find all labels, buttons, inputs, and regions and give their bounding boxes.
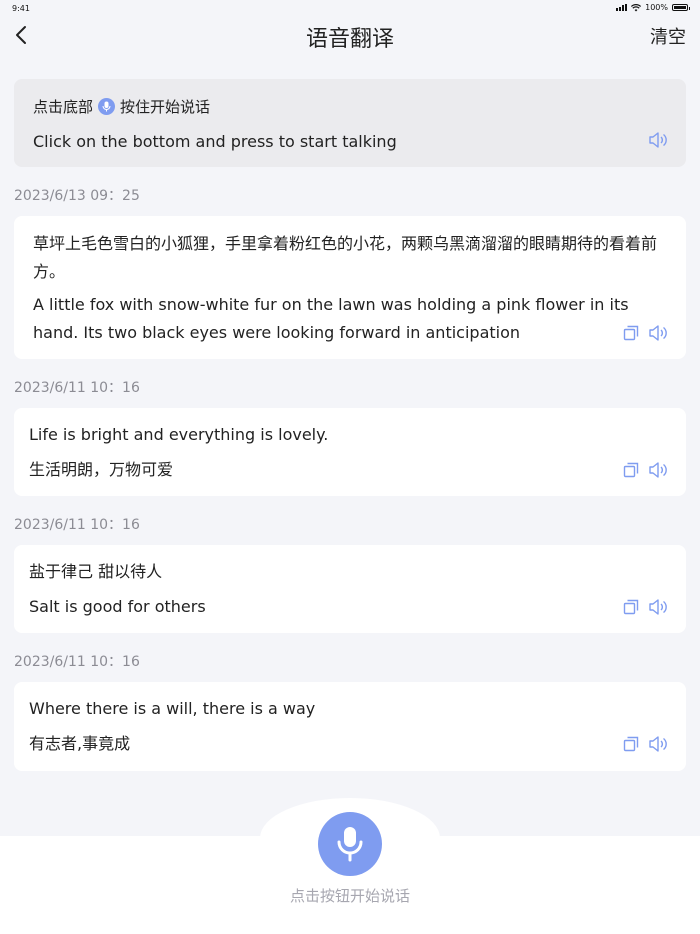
record-card: Life is bright and everything is lovely.… xyxy=(14,408,686,496)
copy-icon xyxy=(623,599,639,615)
speaker-icon xyxy=(649,325,667,341)
battery-icon xyxy=(672,4,690,11)
record-actions xyxy=(622,461,668,479)
prompt-speaker-button[interactable] xyxy=(648,131,668,153)
speaker-button[interactable] xyxy=(648,461,668,479)
page-title: 语音翻译 xyxy=(305,27,394,52)
record-card: 盐于律己 甜以待人 Salt is good for others xyxy=(14,545,686,633)
microphone-icon xyxy=(98,98,116,115)
record-translation-text: 生活明朗，万物可爱 xyxy=(29,460,174,479)
record-source-text: Where there is a will, there is a way xyxy=(29,699,316,718)
record-mic-button[interactable] xyxy=(318,812,382,876)
prompt-card: 点击底部 按住开始说话 Click on the bottom and pres… xyxy=(14,79,686,167)
record-source-text: 草坪上毛色雪白的小狐狸，手里拿着粉红色的小花，两颗乌黑滴溜溜的眼睛期待的看着前方… xyxy=(33,234,658,281)
battery-percent: 100% xyxy=(645,3,668,12)
speaker-icon xyxy=(649,736,667,752)
signal-icon xyxy=(616,4,628,11)
record-translation-text: 有志者,事竟成 xyxy=(29,734,131,753)
speaker-button[interactable] xyxy=(648,324,668,342)
nav-bar: 语音翻译 清空 xyxy=(0,18,700,54)
copy-icon xyxy=(623,462,639,478)
record-timestamp: 2023/6/11 10：16 xyxy=(14,654,140,670)
microphone-icon xyxy=(337,827,363,862)
speaker-button[interactable] xyxy=(648,735,668,753)
prompt-instruction: 点击底部 按住开始说话 xyxy=(33,96,210,117)
copy-icon xyxy=(623,736,639,752)
copy-button[interactable] xyxy=(622,324,640,342)
speaker-button[interactable] xyxy=(648,598,668,616)
record-actions xyxy=(622,735,668,753)
record-timestamp: 2023/6/13 09：25 xyxy=(14,188,140,204)
wifi-icon xyxy=(631,3,642,11)
speaker-icon xyxy=(649,599,667,615)
prompt-english: Click on the bottom and press to start t… xyxy=(33,132,397,151)
speaker-icon xyxy=(649,462,667,478)
record-translation-text: A little fox with snow-white fur on the … xyxy=(33,295,629,342)
prompt-instruction-start: 点击底部 xyxy=(33,98,94,116)
copy-button[interactable] xyxy=(622,461,640,479)
clear-button[interactable]: 清空 xyxy=(650,23,686,49)
copy-icon xyxy=(623,325,639,341)
record-source-text: Life is bright and everything is lovely. xyxy=(29,425,329,444)
status-bar: 9:41 100% xyxy=(0,0,700,18)
record-timestamp: 2023/6/11 10：16 xyxy=(14,517,140,533)
record-translation-text: Salt is good for others xyxy=(29,597,206,616)
record-card: Where there is a will, there is a way 有志… xyxy=(14,682,686,771)
bottom-hint: 点击按钮开始说话 xyxy=(289,887,410,905)
prompt-instruction-end: 按住开始说话 xyxy=(120,98,211,116)
status-time: 9:41 xyxy=(12,4,30,13)
status-indicators: 100% xyxy=(616,3,690,12)
copy-button[interactable] xyxy=(622,735,640,753)
record-actions xyxy=(622,324,668,342)
copy-button[interactable] xyxy=(622,598,640,616)
record-source-text: 盐于律己 甜以待人 xyxy=(29,562,163,581)
speaker-icon xyxy=(649,132,667,148)
record-timestamp: 2023/6/11 10：16 xyxy=(14,380,140,396)
record-actions xyxy=(622,598,668,616)
record-card: 草坪上毛色雪白的小狐狸，手里拿着粉红色的小花，两颗乌黑滴溜溜的眼睛期待的看着前方… xyxy=(14,216,686,359)
